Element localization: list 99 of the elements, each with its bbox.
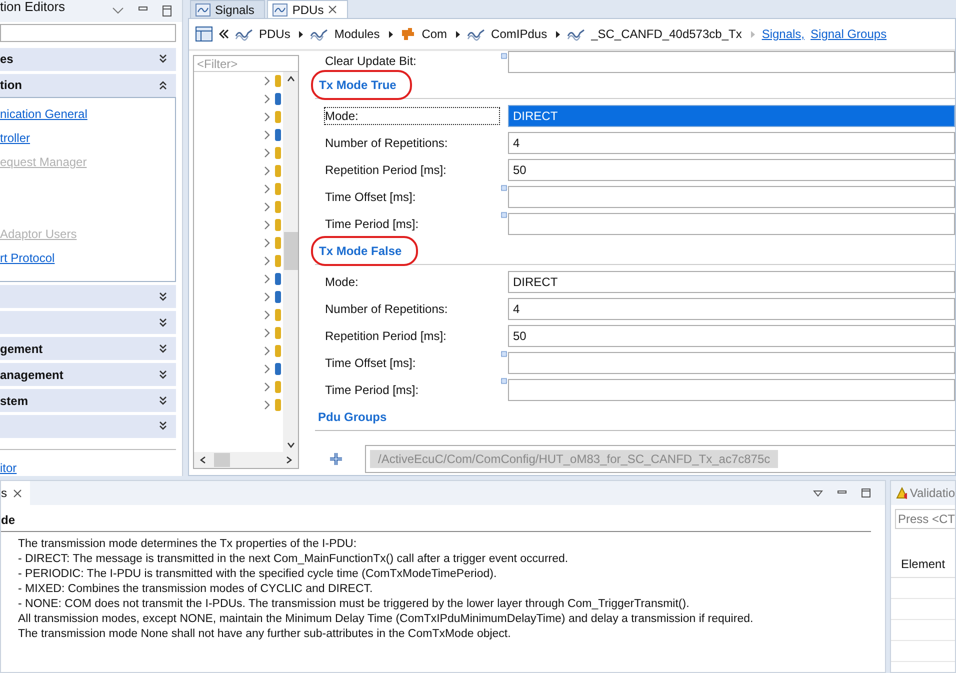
input-field[interactable]: 4 [508, 298, 955, 320]
wave-icon [272, 2, 288, 16]
panel-title: tion Editors [0, 0, 66, 14]
expand-icon[interactable] [158, 53, 168, 66]
input-field[interactable] [508, 212, 955, 234]
arrow-right-icon[interactable] [455, 30, 462, 38]
field-label: Repetition Period [ms]: [324, 328, 448, 344]
wave-icon [567, 27, 586, 41]
expand-icon[interactable] [158, 342, 168, 355]
description-heading: de [1, 505, 871, 532]
editor-link[interactable]: rt Protocol [0, 250, 55, 266]
field-label: Mode: [324, 274, 360, 290]
editor-tab[interactable]: Signals [190, 0, 266, 18]
close-icon[interactable] [328, 5, 337, 14]
arrow-right-icon[interactable] [286, 456, 292, 464]
field-label: Time Offset [ms]: [324, 188, 417, 206]
description-text: All transmission modes, except NONE, maintain the Minimum Delay Time (ComTxIPduMinimumDelayTime) and delay a transmission if required. [18, 612, 754, 627]
editor-link[interactable]: troller [0, 130, 30, 146]
dropdown-icon[interactable] [813, 490, 823, 496]
field-label: Number of Repetitions: [324, 134, 449, 152]
field-label: Repetition Period [ms]: [324, 162, 448, 178]
field-label: Mode: [324, 106, 500, 124]
search-field[interactable]: Press <CT [895, 509, 955, 529]
arrow-up-icon[interactable] [286, 76, 294, 82]
arrow-right-icon[interactable] [555, 30, 562, 38]
description-text: - PERIODIC: The I-PDU is transmitted with the specified cycle time (ComTxModeTimePeriod). [18, 567, 498, 582]
breadcrumb-item[interactable]: _SC_CANFD_40d573cb_Tx [591, 27, 742, 41]
section-header[interactable]: gement [0, 337, 176, 360]
scrollbar[interactable] [283, 72, 298, 452]
arrow-down-icon[interactable] [286, 442, 294, 448]
section-title[interactable]: Tx Mode False [311, 236, 418, 266]
description-text: - NONE: COM does not transmit the I-PDUs. The transmission must be triggered by the lower layer through Com_TriggerTransmit(). [18, 597, 690, 612]
description-text: The transmission mode None shall not have any further sub-attributes in the ComTxMode object. [18, 627, 512, 642]
field-label: Time Period [ms]: [324, 216, 420, 232]
warning-icon [896, 487, 907, 499]
arrow-left-icon[interactable] [200, 456, 206, 464]
wave-icon [195, 2, 211, 16]
marker-icon [501, 212, 507, 218]
breadcrumb-item[interactable]: Com [422, 27, 448, 41]
expand-icon[interactable] [158, 290, 168, 303]
nav-link[interactable]: Signals, [762, 27, 805, 41]
minimize-icon[interactable] [837, 490, 847, 496]
expand-icon[interactable] [158, 368, 168, 381]
wave-icon [310, 27, 328, 41]
field-label: Clear Update Bit: [324, 53, 418, 70]
section-header[interactable]: stem [0, 389, 176, 412]
scrollbar-thumb[interactable] [284, 232, 298, 270]
editor-link[interactable]: nication General [0, 106, 88, 122]
arrow-right-icon[interactable] [298, 30, 304, 38]
field-label: Time Period [ms]: [324, 382, 420, 398]
input-field[interactable] [508, 51, 955, 73]
expand-icon[interactable] [158, 394, 168, 407]
search-field[interactable] [0, 24, 176, 42]
breadcrumb-item[interactable]: ComIPdus [491, 27, 548, 41]
section-title[interactable]: Pdu Groups [318, 410, 393, 424]
maximize-icon[interactable] [861, 488, 871, 498]
section-header[interactable]: tion [0, 74, 176, 97]
nav-link[interactable]: Signal Groups [810, 27, 887, 41]
module-icon [400, 27, 416, 41]
editor-link[interactable]: itor [0, 460, 17, 475]
description-text: The transmission mode determines the Tx properties of the I-PDU: [18, 537, 358, 552]
description-text: - DIRECT: The message is transmitted in the next Com_MainFunctionTx() call after a trigger event occurred. [18, 552, 570, 567]
arrow-right-icon[interactable] [388, 30, 394, 38]
chevron-down-icon[interactable] [112, 6, 124, 15]
expand-icon[interactable] [158, 316, 168, 329]
field-label: Time Offset [ms]: [324, 354, 417, 372]
expand-icon[interactable] [158, 420, 168, 432]
wave-icon [467, 27, 486, 41]
input-field[interactable] [508, 378, 955, 400]
input-field[interactable]: DIRECT [508, 104, 955, 126]
input-field[interactable]: DIRECT [508, 270, 955, 292]
double-chevron-left-icon[interactable] [219, 29, 229, 39]
input-field[interactable] [508, 352, 955, 374]
field-label: Number of Repetitions: [324, 300, 449, 318]
marker-icon [501, 185, 507, 191]
add-icon[interactable] [329, 452, 343, 466]
panel-tab[interactable]: s [1, 481, 30, 505]
input-field[interactable]: 50 [508, 158, 955, 180]
marker-icon [501, 351, 507, 357]
marker-icon [501, 378, 507, 384]
description-text: - MIXED: Combines the transmission modes of CYCLIC and DIRECT. [18, 582, 374, 597]
scrollbar[interactable] [194, 452, 298, 468]
section-title[interactable]: Tx Mode True [311, 70, 412, 100]
input-field[interactable]: 4 [508, 132, 955, 154]
input-field[interactable]: 50 [508, 324, 955, 346]
input-field[interactable] [508, 186, 955, 208]
section-header[interactable]: anagement [0, 363, 176, 386]
table-icon[interactable] [195, 26, 213, 42]
breadcrumb-item[interactable]: PDUs [259, 27, 290, 41]
close-icon[interactable] [13, 488, 22, 498]
section-header[interactable]: es [0, 48, 176, 71]
marker-icon [501, 53, 507, 59]
scrollbar-thumb[interactable] [214, 453, 230, 467]
editor-tab[interactable]: PDUs [267, 0, 348, 18]
maximize-icon[interactable] [162, 4, 172, 17]
collapse-icon[interactable] [158, 79, 168, 92]
breadcrumb-item[interactable]: Modules [334, 27, 380, 41]
filter-field[interactable]: <Filter> [194, 56, 298, 72]
wave-icon [235, 27, 253, 41]
